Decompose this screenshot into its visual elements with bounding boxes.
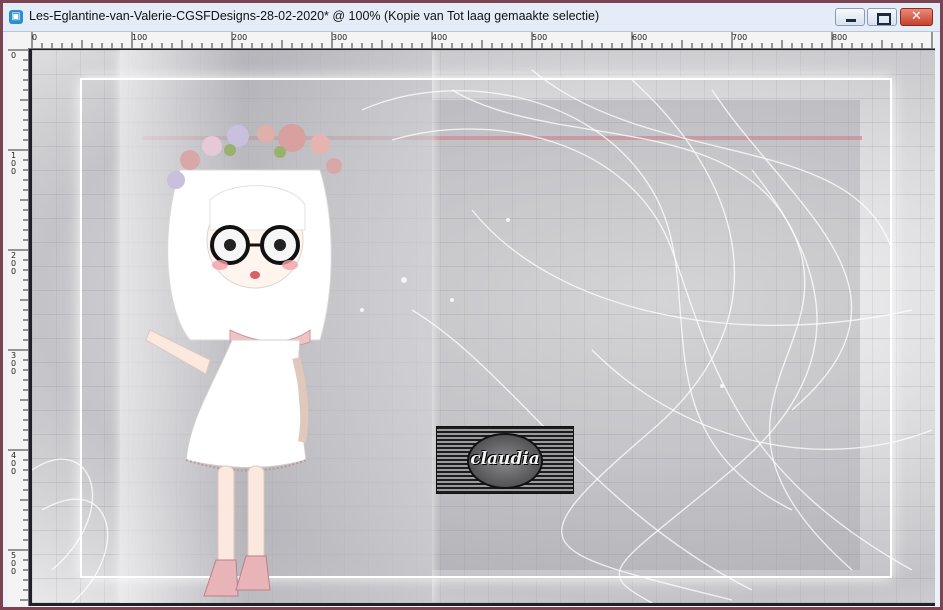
ruler-corner bbox=[8, 32, 29, 49]
close-button[interactable]: ✕ bbox=[900, 8, 933, 26]
ruler-label: 0 bbox=[32, 33, 38, 42]
claudia-watermark: claudia bbox=[436, 426, 574, 494]
horizontal-ruler-ticks bbox=[31, 32, 933, 48]
maximize-button[interactable] bbox=[867, 8, 897, 26]
document-window: ▣ Les-Eglantine-van-Valerie-CGSFDesigns-… bbox=[0, 0, 943, 610]
watermark-badge: claudia bbox=[467, 433, 543, 489]
ruler-label: 500 bbox=[11, 551, 17, 576]
close-icon: ✕ bbox=[911, 9, 922, 24]
vertical-ruler-ticks bbox=[8, 49, 28, 601]
ruler-label: 0 bbox=[11, 51, 17, 60]
canvas-area[interactable]: 0 100 200 300 400 500 600 700 800 0 100 … bbox=[8, 32, 935, 606]
minimize-icon bbox=[836, 9, 864, 25]
minimize-button[interactable] bbox=[835, 8, 865, 26]
doll-girl-illustration bbox=[145, 124, 342, 597]
ruler-label: 400 bbox=[432, 33, 448, 42]
horizontal-ruler[interactable]: 0 100 200 300 400 500 600 700 800 bbox=[28, 32, 935, 49]
ruler-label: 100 bbox=[132, 33, 148, 42]
paintshop-icon: ▣ bbox=[9, 10, 23, 24]
ruler-label: 100 bbox=[11, 151, 17, 176]
watermark-text: claudia bbox=[470, 449, 540, 469]
artwork-canvas[interactable]: claudia bbox=[32, 50, 935, 603]
title-bar[interactable]: ▣ Les-Eglantine-van-Valerie-CGSFDesigns-… bbox=[3, 3, 940, 32]
ruler-label: 800 bbox=[832, 33, 848, 42]
window-title: Les-Eglantine-van-Valerie-CGSFDesigns-28… bbox=[29, 9, 600, 23]
ruler-label: 200 bbox=[11, 251, 17, 276]
ruler-label: 500 bbox=[532, 33, 548, 42]
ruler-label: 700 bbox=[732, 33, 748, 42]
ruler-label: 300 bbox=[11, 351, 17, 376]
ruler-label: 400 bbox=[11, 451, 17, 476]
vertical-ruler[interactable]: 0 100 200 300 400 500 bbox=[8, 48, 29, 606]
ruler-label: 300 bbox=[332, 33, 348, 42]
ruler-label: 200 bbox=[232, 33, 248, 42]
ruler-label: 600 bbox=[632, 33, 648, 42]
maximize-icon bbox=[868, 9, 896, 25]
